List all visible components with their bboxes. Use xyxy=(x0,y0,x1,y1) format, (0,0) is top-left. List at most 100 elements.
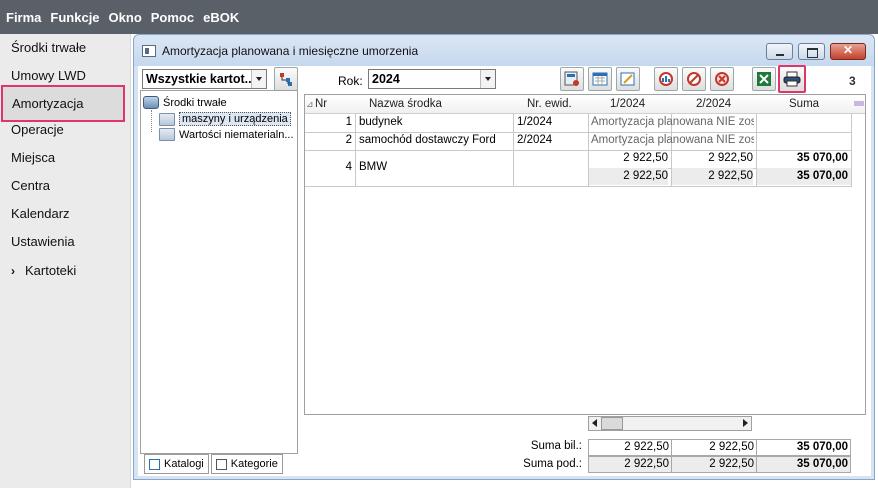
tab-label: Katalogi xyxy=(164,458,204,470)
cell-note: Amortyzacja planowana NIE została xyxy=(591,116,754,128)
category-tree: Środki trwałe maszyny i urządzenia Warto… xyxy=(140,90,298,454)
folder-icon xyxy=(159,128,175,141)
sidebar-item-kalendarz[interactable]: Kalendarz xyxy=(0,200,131,228)
printer-icon xyxy=(783,71,801,87)
tree-node-label: maszyny i urządzenia xyxy=(179,112,291,126)
cell-nazwa: budynek xyxy=(359,116,403,128)
suma-pod-total: 35 070,00 xyxy=(756,456,851,473)
excel-export-button[interactable] xyxy=(752,67,776,91)
suma-bil-total: 35 070,00 xyxy=(756,439,851,456)
cell-pod-month-1: 2 922,50 xyxy=(589,168,668,185)
year-select[interactable]: 2024 xyxy=(368,69,496,89)
suma-bil-label: Suma bil.: xyxy=(530,440,582,452)
sidebar-item-ustawienia[interactable]: Ustawienia xyxy=(0,228,131,256)
horizontal-scrollbar[interactable] xyxy=(588,416,752,431)
sidebar-item-label: Kartoteki xyxy=(25,263,77,278)
maximize-button[interactable] xyxy=(798,43,825,60)
sidebar-item-operacje[interactable]: Operacje xyxy=(0,116,131,144)
column-header-month-2[interactable]: 2/2024 xyxy=(696,98,731,110)
catalog-icon xyxy=(149,458,160,470)
cell-nr: 4 xyxy=(345,161,352,173)
column-header-suma[interactable]: Suma xyxy=(789,98,819,110)
cell-bil-suma: 35 070,00 xyxy=(796,152,848,164)
grid-header: ⊿ Nr Nazwa środka Nr. ewid. 1/2024 2/202… xyxy=(305,95,865,114)
scroll-right-icon[interactable] xyxy=(743,419,748,427)
year-value: 2024 xyxy=(372,72,400,86)
suma-pod-month-2: 2 922,50 xyxy=(671,456,757,473)
folder-icon xyxy=(159,112,175,126)
minimize-button[interactable] xyxy=(766,43,793,60)
record-count: 3 xyxy=(849,74,856,88)
close-icon: ✕ xyxy=(842,43,854,57)
cell-pod-suma: 35 070,00 xyxy=(757,168,851,185)
menu-pomoc[interactable]: Pomoc xyxy=(151,8,194,27)
column-header-month-1[interactable]: 1/2024 xyxy=(610,98,645,110)
suma-bil-month-1: 2 922,50 xyxy=(588,439,672,456)
column-header-nr-ewid[interactable]: Nr. ewid. xyxy=(527,98,572,110)
suma-pod-month-1: 2 922,50 xyxy=(588,456,672,473)
window-icon xyxy=(142,45,156,57)
suma-pod-label: Suma pod.: xyxy=(523,458,582,470)
sidebar-item-kartoteki[interactable]: › Kartoteki xyxy=(0,257,131,285)
cell-nr-ewid: 2/2024 xyxy=(517,134,553,146)
chevron-down-icon xyxy=(251,70,266,88)
catalog-filter-select[interactable]: Wszystkie kartot... xyxy=(142,69,267,89)
cell-nr-ewid xyxy=(517,159,585,176)
window-titlebar[interactable]: Amortyzacja planowana i miesięczne umorz… xyxy=(134,35,874,66)
cell-nazwa: samochód dostawczy Ford xyxy=(359,134,496,146)
menu-firma[interactable]: Firma xyxy=(6,8,41,27)
close-button[interactable]: ✕ xyxy=(830,43,866,60)
year-label: Rok: xyxy=(338,74,363,88)
tab-kategorie[interactable]: Kategorie xyxy=(210,454,283,474)
cell-bil-month-1: 2 922,50 xyxy=(623,152,668,164)
sort-icon: ⊿ xyxy=(306,99,314,109)
cell-pod-month-2: 2 922,50 xyxy=(672,168,753,185)
menu-okno[interactable]: Okno xyxy=(109,8,142,27)
network-icon xyxy=(143,96,159,109)
tree-structure-icon xyxy=(280,73,292,86)
tree-node-label: Wartości niematerialn... xyxy=(179,128,294,141)
column-header-nazwa[interactable]: Nazwa środka xyxy=(369,98,442,110)
calculate-button[interactable] xyxy=(560,67,584,91)
scroll-thumb[interactable] xyxy=(601,417,623,430)
scroll-left-icon[interactable] xyxy=(592,419,597,427)
tree-structure-button[interactable] xyxy=(274,67,298,91)
suma-bil-month-2: 2 922,50 xyxy=(671,439,757,456)
edit-button[interactable] xyxy=(616,67,640,91)
menu-bar: Firma Funkcje Okno Pomoc eBOK xyxy=(0,0,878,34)
no-edit-icon xyxy=(687,72,701,86)
no-edit-button[interactable] xyxy=(682,67,706,91)
tree-node-srodki-trwale[interactable]: Środki trwałe xyxy=(143,96,227,109)
delete-button[interactable] xyxy=(710,67,734,91)
tree-connector xyxy=(151,110,152,132)
menu-ebok[interactable]: eBOK xyxy=(203,8,239,27)
calendar-button[interactable] xyxy=(588,67,612,91)
grid-line xyxy=(305,186,852,187)
print-button[interactable] xyxy=(778,65,806,93)
excel-icon xyxy=(757,72,771,86)
sidebar-item-centra[interactable]: Centra xyxy=(0,172,131,200)
sidebar-item-miejsca[interactable]: Miejsca xyxy=(0,144,131,172)
catalog-filter-value: Wszystkie kartot... xyxy=(146,72,256,86)
amortization-window: Amortyzacja planowana i miesięczne umorz… xyxy=(133,34,875,480)
calculator-icon xyxy=(564,71,579,86)
sidebar-item-srodki-trwale[interactable]: Środki trwałe xyxy=(0,34,131,62)
cell-note: Amortyzacja planowana NIE została xyxy=(591,134,754,146)
tree-node-maszyny[interactable]: maszyny i urządzenia xyxy=(159,112,291,126)
chevron-down-icon xyxy=(480,70,495,88)
window-client: Wszystkie kartot... Środki trwałe maszyn… xyxy=(138,65,871,476)
chevron-right-icon: › xyxy=(11,264,15,278)
chart-button[interactable] xyxy=(654,67,678,91)
cell-nr: 2 xyxy=(345,134,352,146)
edit-icon xyxy=(620,72,635,86)
document-icon xyxy=(215,458,227,470)
tab-katalogi[interactable]: Katalogi xyxy=(144,454,209,474)
column-header-nr[interactable]: Nr xyxy=(315,98,327,110)
menu-funkcje[interactable]: Funkcje xyxy=(50,8,99,27)
cell-nazwa: BMW xyxy=(359,161,388,173)
cell-nr: 1 xyxy=(345,116,352,128)
column-chooser-icon[interactable] xyxy=(854,101,864,106)
sidebar: Środki trwałe Umowy LWD Amortyzacja Oper… xyxy=(0,34,131,488)
tree-node-wartosci[interactable]: Wartości niematerialn... xyxy=(159,128,294,141)
depreciation-grid: ⊿ Nr Nazwa środka Nr. ewid. 1/2024 2/202… xyxy=(304,94,866,415)
